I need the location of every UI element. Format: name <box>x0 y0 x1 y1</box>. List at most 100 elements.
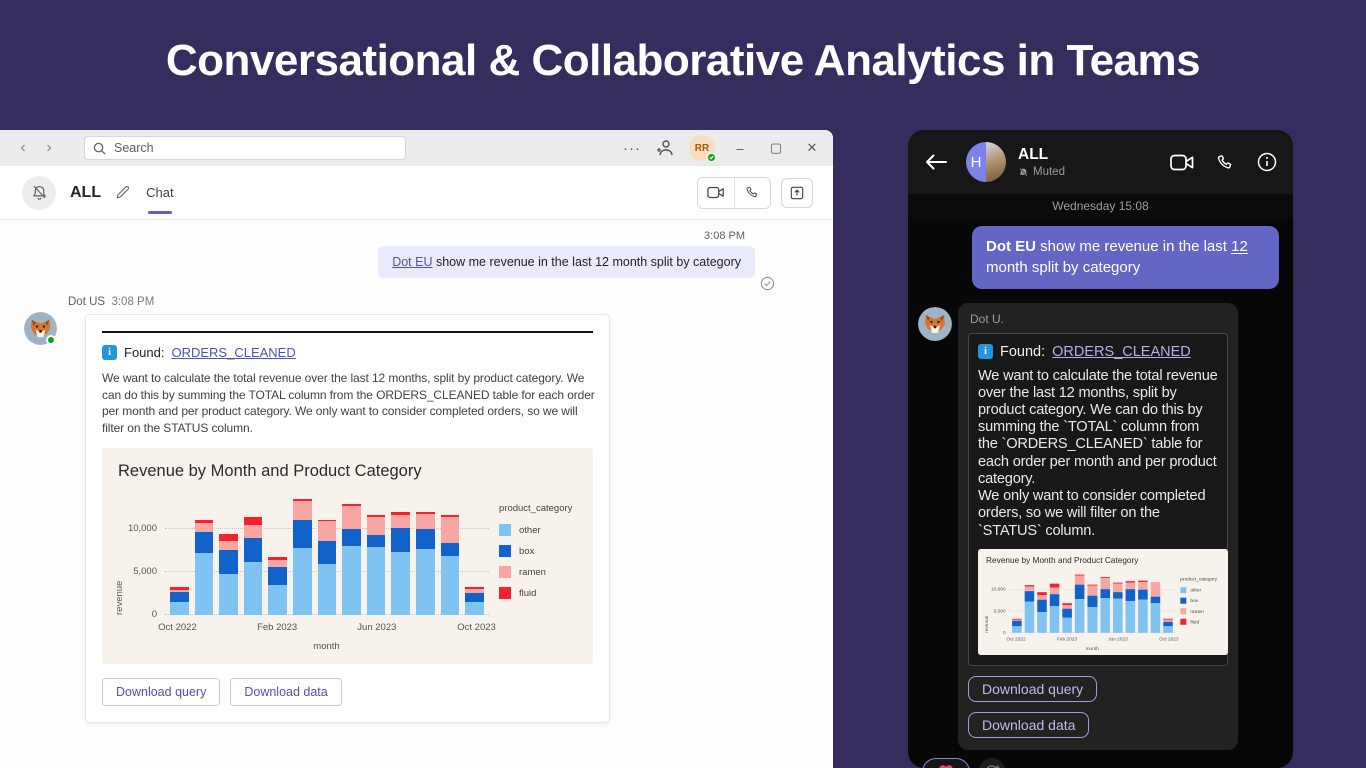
chart-bar-segment-other <box>170 602 189 616</box>
avatar-photo <box>986 142 1006 182</box>
chart-bar-segment-ramen <box>1138 581 1148 590</box>
chart-bar <box>1087 584 1098 633</box>
sent-text-after: month split by category <box>986 259 1141 277</box>
search-placeholder: Search <box>114 141 154 155</box>
minimize-button[interactable]: – <box>729 141 751 156</box>
chart-bar <box>1012 618 1022 633</box>
bot-presence-icon <box>46 335 56 345</box>
back-arrow-icon[interactable] <box>924 153 948 171</box>
chart-bar-segment-ramen <box>243 524 263 539</box>
group-avatar[interactable] <box>22 175 56 210</box>
search-input[interactable]: Search <box>84 136 406 160</box>
sent-text: show me revenue in the last <box>1036 238 1232 255</box>
popout-chat-button[interactable] <box>781 177 813 208</box>
sent-message-bubble[interactable]: Dot EU show me revenue in the last 12 mo… <box>378 246 755 278</box>
chart-x-tick: Oct 2023 <box>1159 636 1179 642</box>
chart-bar-segment-other <box>1112 598 1123 633</box>
chart-bar <box>416 511 435 616</box>
chart-bar <box>342 503 361 616</box>
back-icon[interactable]: ‹ <box>10 135 36 161</box>
chart-legend-swatch <box>1180 618 1187 625</box>
chart-legend-swatch <box>1180 608 1187 615</box>
teams-desktop-window: ‹ › Search ··· RR – ▢ ✕ ALL Chat 3:08 PM… <box>0 130 833 768</box>
sender-name: Dot U. <box>970 311 1005 326</box>
edit-name-icon[interactable] <box>115 185 130 200</box>
chart-bar-segment-ramen <box>1112 583 1123 593</box>
chart-bar <box>194 520 214 616</box>
chart-bar-segment-other <box>268 585 288 616</box>
tab-chat[interactable]: Chat <box>146 166 174 220</box>
found-label: Found: <box>124 345 165 360</box>
chart-plot-row: revenue 0 5,000 10,000 Oct 2022 Feb 2023 Jun 2… <box>114 495 583 633</box>
found-table-link[interactable]: ORDERS_CLEANED <box>171 345 295 360</box>
chart-y-axis: 0 5,000 10,000 <box>125 495 165 620</box>
found-table-link[interactable]: ORDERS_CLEANED <box>1052 344 1191 360</box>
chart-y-axis-label: revenue <box>114 580 125 616</box>
chart-bar <box>1062 603 1073 633</box>
maximize-button[interactable]: ▢ <box>765 140 787 156</box>
chart-bar-segment-box <box>1087 595 1098 608</box>
add-reaction-button[interactable] <box>978 757 1006 768</box>
phone-icon[interactable] <box>1216 153 1235 172</box>
invite-people-icon[interactable] <box>655 139 675 157</box>
chart-bar <box>1125 580 1136 633</box>
phone-icon <box>746 186 758 198</box>
presence-available-icon <box>706 152 717 163</box>
mention-dot-eu[interactable]: Dot EU <box>986 238 1036 255</box>
chart-bar-segment-box <box>1062 608 1073 618</box>
chart-legend: product_category other box ramen fluid <box>499 495 583 608</box>
chart-bar-segment-ramen <box>1150 583 1161 597</box>
chart-bar-segment-ramen <box>342 506 361 529</box>
chart-bar <box>1075 574 1085 633</box>
chart-bar-segment-box <box>1125 588 1136 601</box>
mobile-sent-bubble[interactable]: Dot EU show me revenue in the last 12 mo… <box>972 226 1279 289</box>
chart-bar <box>440 514 460 616</box>
chart-bar <box>1150 582 1161 633</box>
chart-legend-swatch <box>499 566 511 579</box>
chart-bar-segment-box <box>1049 593 1060 606</box>
chart-bar <box>243 517 263 616</box>
download-query-button[interactable]: Download query <box>968 675 1098 702</box>
chart-bar-segment-box <box>1100 589 1110 598</box>
chart-bar-segment-box <box>440 543 460 557</box>
chart-thumbnail[interactable]: Revenue by Month and Product Category rev… <box>978 548 1228 655</box>
received-timestamp: 3:08 PM <box>111 296 155 308</box>
chart-legend-title: product_category <box>499 503 573 515</box>
bot-fox-avatar[interactable] <box>918 306 952 341</box>
chart-bar-segment-box <box>317 541 337 565</box>
info-icon[interactable] <box>1257 152 1277 172</box>
audio-call-button[interactable] <box>734 177 770 208</box>
chart-bar-segment-ramen <box>194 523 214 533</box>
chart-bar-segment-other <box>366 547 386 616</box>
chart-bar-segment-ramen <box>440 516 460 544</box>
chart-legend-item: ramen <box>1180 608 1222 615</box>
sent-timestamp: 3:08 PM <box>704 230 745 242</box>
forward-icon[interactable]: › <box>36 135 62 161</box>
chart-bar-segment-other <box>342 545 361 616</box>
chart-bar-segment-box <box>219 549 238 575</box>
chart-bar-segment-ramen <box>1075 575 1085 585</box>
mobile-group-avatar[interactable]: H <box>966 142 1006 182</box>
sent-message-text: show me revenue in the last 12 month spl… <box>432 255 741 269</box>
more-options-icon[interactable]: ··· <box>623 140 641 157</box>
video-camera-icon[interactable] <box>1170 154 1194 171</box>
chart-y-tick: 5,000 <box>993 608 1006 614</box>
chart-legend-label: box <box>519 545 535 557</box>
chart-bar <box>1138 580 1148 633</box>
muted-bell-slash-icon <box>1019 167 1028 177</box>
chart-legend-label: ramen <box>1190 608 1204 614</box>
chart-bar-segment-box <box>243 538 263 563</box>
chart-legend-label: other <box>1190 587 1202 593</box>
chart-bar-segment-box <box>1075 584 1085 600</box>
download-query-button[interactable]: Download query <box>102 678 221 707</box>
mention-dot-eu[interactable]: Dot EU <box>392 255 432 269</box>
chart-bar-segment-other <box>1100 597 1110 633</box>
download-data-button[interactable]: Download data <box>968 711 1090 738</box>
download-data-button[interactable]: Download data <box>230 678 342 707</box>
heart-reaction-pill[interactable] <box>922 757 970 768</box>
chart-bar <box>391 511 411 616</box>
close-button[interactable]: ✕ <box>801 140 823 156</box>
user-avatar[interactable]: RR <box>689 135 717 163</box>
video-call-button[interactable] <box>698 177 734 208</box>
chart-bar-segment-other <box>1062 617 1073 633</box>
